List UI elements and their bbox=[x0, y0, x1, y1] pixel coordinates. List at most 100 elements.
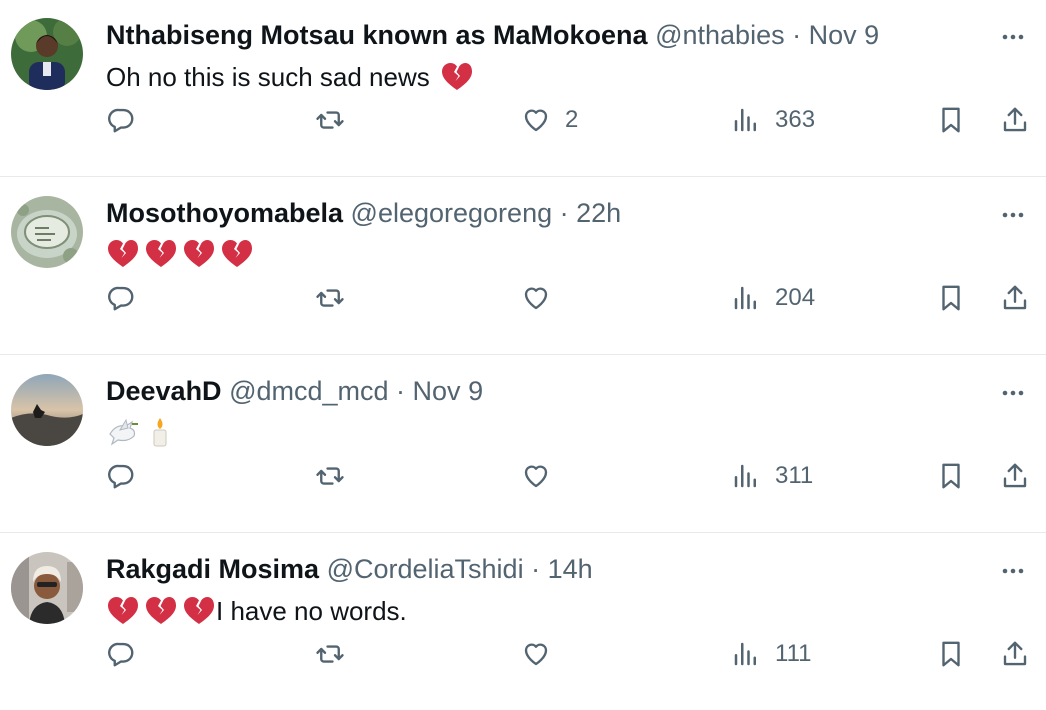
like-button[interactable] bbox=[521, 456, 551, 496]
handle[interactable]: @nthabies bbox=[655, 20, 785, 50]
broken-heart-icon bbox=[146, 597, 176, 624]
tweet[interactable]: Rakgadi Mosima @CordeliaTshidi · 14h I h… bbox=[0, 534, 1046, 710]
bookmark-icon bbox=[942, 641, 960, 667]
reply-button[interactable] bbox=[106, 456, 136, 496]
views-icon bbox=[734, 642, 756, 666]
more-options-icon[interactable] bbox=[998, 200, 1028, 230]
reply-icon bbox=[108, 286, 134, 311]
separator: · bbox=[523, 554, 548, 584]
bookmark-button[interactable] bbox=[936, 278, 966, 318]
retweet-button[interactable] bbox=[315, 634, 345, 674]
avatar[interactable] bbox=[11, 18, 83, 90]
tweet-actions: 2 363 bbox=[0, 100, 1046, 140]
retweet-button[interactable] bbox=[315, 456, 345, 496]
tweet-text: I have no words. bbox=[106, 594, 407, 628]
reply-button[interactable] bbox=[106, 278, 136, 318]
bookmark-icon bbox=[942, 285, 960, 311]
display-name[interactable]: Nthabiseng Motsau known as MaMokoena bbox=[106, 20, 648, 50]
like-icon bbox=[524, 465, 548, 488]
tweet-header: Nthabiseng Motsau known as MaMokoena @nt… bbox=[106, 18, 879, 52]
share-button[interactable] bbox=[1000, 634, 1030, 674]
tweet-header: Mosothoyomabela @elegoregoreng · 22h bbox=[106, 196, 621, 230]
broken-heart-icon bbox=[108, 597, 138, 624]
views-button[interactable]: 311 bbox=[731, 456, 813, 496]
tweet-text bbox=[106, 416, 174, 448]
timestamp[interactable]: Nov 9 bbox=[413, 376, 484, 406]
reply-icon bbox=[108, 108, 134, 133]
views-icon bbox=[734, 108, 756, 132]
tweet-actions: 311 bbox=[0, 456, 1046, 496]
tweet-text-content: Oh no this is such sad news bbox=[106, 62, 430, 92]
retweet-icon bbox=[316, 467, 344, 485]
reply-icon bbox=[108, 464, 134, 489]
divider bbox=[0, 532, 1046, 533]
views-icon bbox=[734, 464, 756, 488]
view-count: 311 bbox=[775, 462, 814, 489]
candle-icon bbox=[153, 418, 167, 447]
views-button[interactable]: 363 bbox=[731, 100, 815, 140]
display-name[interactable]: Rakgadi Mosima bbox=[106, 554, 319, 584]
separator: · bbox=[784, 20, 809, 50]
avatar[interactable] bbox=[11, 196, 83, 268]
views-button[interactable]: 204 bbox=[731, 278, 815, 318]
share-icon bbox=[1003, 463, 1027, 488]
tweet[interactable]: DeevahD @dmcd_mcd · Nov 9 311 bbox=[0, 356, 1046, 532]
more-options-icon[interactable] bbox=[998, 556, 1028, 586]
reply-button[interactable] bbox=[106, 634, 136, 674]
bookmark-button[interactable] bbox=[936, 456, 966, 496]
like-icon bbox=[524, 109, 548, 132]
retweet-icon bbox=[316, 645, 344, 663]
share-button[interactable] bbox=[1000, 456, 1030, 496]
separator: · bbox=[552, 198, 577, 228]
broken-heart-icon bbox=[146, 240, 176, 267]
share-icon bbox=[1003, 641, 1027, 666]
avatar[interactable] bbox=[11, 374, 83, 446]
retweet-icon bbox=[316, 289, 344, 307]
handle[interactable]: @dmcd_mcd bbox=[229, 376, 388, 406]
handle[interactable]: @elegoregoreng bbox=[351, 198, 553, 228]
tweet-text bbox=[106, 238, 258, 270]
share-button[interactable] bbox=[1000, 278, 1030, 318]
handle[interactable]: @CordeliaTshidi bbox=[327, 554, 524, 584]
tweet-header: Rakgadi Mosima @CordeliaTshidi · 14h bbox=[106, 552, 593, 586]
like-button[interactable] bbox=[521, 634, 551, 674]
tweet-actions: 111 bbox=[0, 634, 1046, 674]
view-count: 204 bbox=[775, 284, 816, 311]
more-options-icon[interactable] bbox=[998, 22, 1028, 52]
tweet[interactable]: Mosothoyomabela @elegoregoreng · 22h 204 bbox=[0, 178, 1046, 354]
tweet-actions: 204 bbox=[0, 278, 1046, 318]
share-button[interactable] bbox=[1000, 100, 1030, 140]
timestamp[interactable]: Nov 9 bbox=[809, 20, 880, 50]
more-options-icon[interactable] bbox=[998, 378, 1028, 408]
reply-feed: Nthabiseng Motsau known as MaMokoena @nt… bbox=[0, 0, 1046, 696]
bookmark-icon bbox=[942, 107, 960, 133]
share-icon bbox=[1003, 107, 1027, 132]
display-name[interactable]: Mosothoyomabela bbox=[106, 198, 343, 228]
tweet-text-content: I have no words. bbox=[216, 596, 407, 626]
reply-icon bbox=[108, 642, 134, 667]
timestamp[interactable]: 14h bbox=[548, 554, 593, 584]
reply-button[interactable] bbox=[106, 100, 136, 140]
broken-heart-icon bbox=[184, 597, 214, 624]
divider bbox=[0, 354, 1046, 355]
like-count: 2 bbox=[565, 106, 579, 133]
like-button[interactable]: 2 bbox=[521, 100, 578, 140]
retweet-button[interactable] bbox=[315, 278, 345, 318]
retweet-button[interactable] bbox=[315, 100, 345, 140]
dove-icon bbox=[109, 418, 138, 446]
avatar[interactable] bbox=[11, 552, 83, 624]
bookmark-button[interactable] bbox=[936, 634, 966, 674]
bookmark-icon bbox=[942, 463, 960, 489]
broken-heart-icon bbox=[184, 240, 214, 267]
view-count: 111 bbox=[775, 640, 812, 667]
like-button[interactable] bbox=[521, 278, 551, 318]
share-icon bbox=[1003, 285, 1027, 310]
broken-heart-icon bbox=[222, 240, 252, 267]
timestamp[interactable]: 22h bbox=[576, 198, 621, 228]
display-name[interactable]: DeevahD bbox=[106, 376, 222, 406]
views-button[interactable]: 111 bbox=[731, 634, 811, 674]
bookmark-button[interactable] bbox=[936, 100, 966, 140]
like-icon bbox=[524, 643, 548, 666]
tweet[interactable]: Nthabiseng Motsau known as MaMokoena @nt… bbox=[0, 0, 1046, 176]
view-count: 363 bbox=[775, 106, 816, 133]
